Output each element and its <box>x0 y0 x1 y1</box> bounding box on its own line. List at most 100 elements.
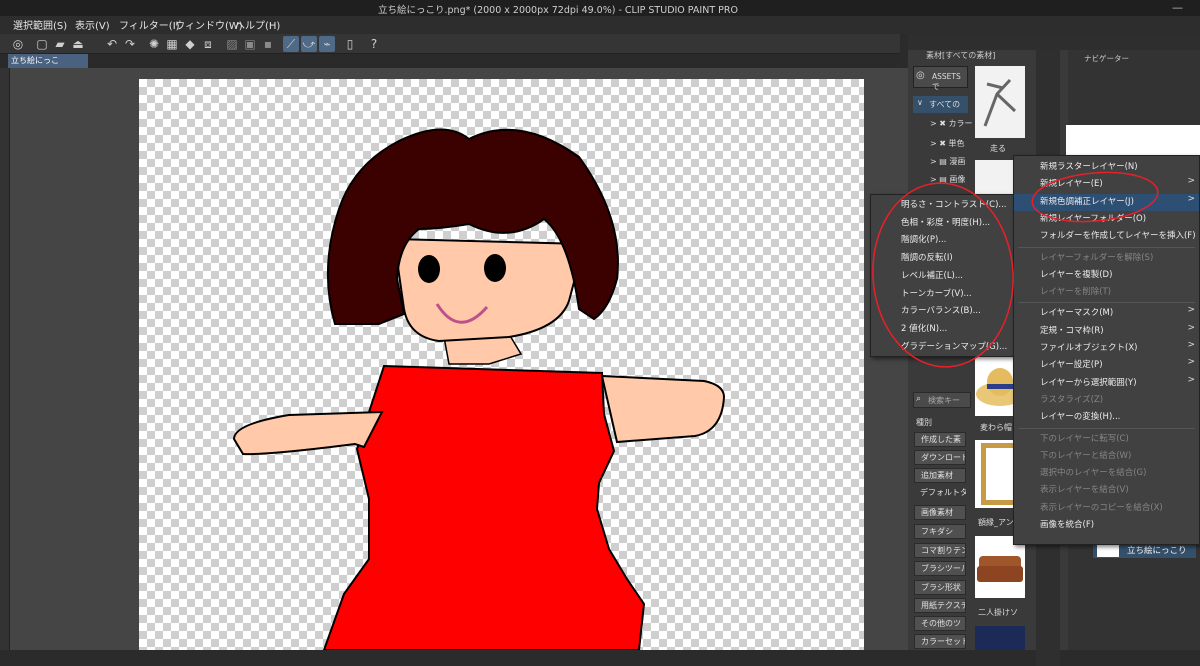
menu-help[interactable]: ヘルプ(H) <box>235 17 280 32</box>
new-file-icon[interactable]: ▢ <box>34 36 50 52</box>
help-icon[interactable]: ? <box>366 36 382 52</box>
type-button-colorset[interactable]: カラーセット <box>914 634 966 649</box>
tree-label: 画像 <box>949 175 966 184</box>
menu-separator <box>1018 246 1195 248</box>
chevron-right-icon: > <box>1187 340 1195 350</box>
app-icon[interactable]: ◎ <box>10 36 26 52</box>
menu-separator <box>1018 427 1195 429</box>
menu-view[interactable]: 表示(V) <box>75 17 110 32</box>
layer-menu-item: 表示レイヤーのコピーを結合(X) <box>1040 502 1163 513</box>
type-button-other[interactable]: その他のツ <box>914 616 966 631</box>
chevron-right-icon: > <box>1187 193 1195 204</box>
tree-item-all[interactable]: ∨ すべての <box>913 96 968 113</box>
type-button-frame[interactable]: コマ割りテン <box>914 543 966 558</box>
type-button-texture[interactable]: 用紙テクスチ <box>914 598 966 613</box>
tree-item-solid[interactable]: > ✖ 単色 <box>930 138 965 149</box>
transform-icon[interactable]: ⧈ <box>200 36 216 52</box>
layer-menu-item[interactable]: レイヤーマスク(M) <box>1014 305 1199 322</box>
tree-label: カラー <box>948 119 973 128</box>
right-arm <box>600 374 726 444</box>
type-button-created[interactable]: 作成した素 <box>914 432 966 447</box>
asset-name-run: 走る <box>990 144 1006 153</box>
layer-menu-item[interactable]: 新規レイヤー(E) <box>1014 176 1199 193</box>
invert-selection-icon[interactable]: ▣ <box>242 36 258 52</box>
menu-separator <box>1018 302 1195 304</box>
type-button-added[interactable]: 追加素材 <box>914 468 966 483</box>
type-button-image[interactable]: 画像素材 <box>914 505 966 520</box>
redo-icon[interactable]: ↷ <box>122 36 138 52</box>
adjustment-menu-item[interactable]: 階調の反転(I) <box>871 250 1014 267</box>
adjustment-menu-item[interactable]: 色相・彩度・明度(H)... <box>871 215 1014 232</box>
right-eye <box>484 254 506 282</box>
loading-icon[interactable]: ✺ <box>146 36 162 52</box>
menu-selection[interactable]: 選択範囲(S) <box>13 17 67 32</box>
selection-display-icon[interactable]: ▪ <box>260 36 276 52</box>
layer-menu-item[interactable]: フォルダーを作成してレイヤーを挿入(F) <box>1014 228 1199 245</box>
tree-item-color[interactable]: > ✖ カラー <box>930 118 973 129</box>
fill-icon[interactable]: ◆ <box>182 36 198 52</box>
type-label: 種別 <box>916 418 932 427</box>
minimize-button[interactable]: — <box>1172 1 1183 14</box>
layer-menu-item[interactable]: レイヤー設定(P) <box>1014 357 1199 374</box>
snap-special-ruler-icon[interactable]: ⤻ <box>301 36 317 52</box>
adjustment-menu-item[interactable]: レベル補正(L)... <box>871 268 1014 285</box>
save-icon[interactable]: ⏏ <box>70 36 86 52</box>
layer-menu-item[interactable]: 定規・コマ枠(R) <box>1014 323 1199 340</box>
adjustment-menu-item[interactable]: カラーバランス(B)... <box>871 303 1014 320</box>
layer-menu-item[interactable]: 新規レイヤーフォルダー(O) <box>1014 211 1199 228</box>
layer-menu-item: 下のレイヤーと結合(W) <box>1040 450 1132 461</box>
adjustment-menu-item[interactable]: 階調化(P)... <box>871 232 1014 249</box>
panel-header <box>908 34 1200 50</box>
folder-icon: ▤ <box>939 157 947 166</box>
navigator-tab[interactable]: ナビゲーター <box>1084 53 1129 64</box>
layer-menu-item: レイヤーを削除(T) <box>1040 287 1112 298</box>
layer-name: 立ち絵にっこり <box>1127 546 1187 556</box>
dress <box>322 364 646 650</box>
layer-menu-item[interactable]: 新規色調補正レイヤー(J) <box>1014 193 1199 211</box>
layer-menu-item[interactable]: レイヤーから選択範囲(Y) <box>1014 375 1199 392</box>
tree-item-image[interactable]: > ▤ 画像 <box>930 174 965 185</box>
adjustment-menu-item[interactable]: トーンカーブ(V)... <box>871 286 1014 303</box>
left-eye <box>418 255 440 283</box>
deselect-icon[interactable]: ▨ <box>224 36 240 52</box>
x-icon: ✖ <box>939 139 946 148</box>
clear-icon[interactable]: ▦ <box>164 36 180 52</box>
canvas[interactable] <box>139 79 864 650</box>
type-button-download[interactable]: ダウンロード <box>914 450 966 465</box>
snap-grid-icon[interactable]: ⌁ <box>319 36 335 52</box>
tree-label: 単色 <box>948 139 965 148</box>
menu-window[interactable]: ウィンドウ(W) <box>175 17 243 32</box>
type-button-default[interactable]: デフォルトタ <box>914 486 966 501</box>
layer-menu-item: 表示レイヤーを結合(V) <box>1040 485 1129 496</box>
left-tool-strip <box>0 68 10 650</box>
tree-item-manga[interactable]: > ▤ 漫画 <box>930 156 965 167</box>
assets-button[interactable]: ◎ ASSETSで <box>913 66 968 91</box>
menu-filter[interactable]: フィルター(I) <box>119 17 180 32</box>
adjustment-menu-item[interactable]: 2 値化(N)... <box>871 321 1014 338</box>
adjustment-menu-item[interactable]: 明るさ・コントラスト(C)... <box>871 197 1014 214</box>
assets-icon: ◎ <box>916 70 925 81</box>
layer-menu-item[interactable]: ファイルオブジェクト(X) <box>1014 340 1199 357</box>
type-button-balloon[interactable]: フキダシ <box>914 524 966 539</box>
asset-thumbnail-sofa[interactable] <box>975 536 1025 598</box>
layer-menu-item[interactable]: レイヤーを複製(D) <box>1014 267 1199 284</box>
layer-menu-item[interactable]: レイヤーの変換(H)... <box>1014 409 1199 426</box>
command-bar: ◎ ▢ ▰ ⏏ ↶ ↷ ✺ ▦ ◆ ⧈ ▨ ▣ ▪ ⟋ ⤻ ⌁ ▯ ? <box>0 34 900 54</box>
tab-bar <box>0 54 900 68</box>
search-input[interactable]: ⌕ 検索キー <box>913 392 971 408</box>
chevron-right-icon: > <box>1187 176 1195 187</box>
type-button-brush-tool[interactable]: ブラシツール <box>914 561 966 576</box>
sofa-icon <box>977 556 1023 582</box>
snap-ruler-icon[interactable]: ⟋ <box>283 36 299 52</box>
layer-menu-item[interactable]: 画像を統合(F) <box>1014 517 1199 534</box>
document-tab[interactable]: 立ち絵にっこり.png* × <box>8 54 88 79</box>
layer-context-menu: 新規ラスターレイヤー(N) 新規レイヤー(E) > 新規色調補正レイヤー(J) > 新規レ… <box>1013 155 1200 545</box>
open-folder-icon[interactable]: ▰ <box>52 36 68 52</box>
adjustment-menu-item[interactable]: グラデーションマップ(G)... <box>871 339 1014 356</box>
asset-thumbnail-pattern[interactable] <box>975 626 1025 650</box>
layer-menu-item[interactable]: 新規ラスターレイヤー(N) <box>1014 159 1199 176</box>
asset-thumbnail-run[interactable] <box>975 66 1025 138</box>
undo-icon[interactable]: ↶ <box>104 36 120 52</box>
type-button-brush-shape[interactable]: ブラシ形状 <box>914 580 966 595</box>
tablet-icon[interactable]: ▯ <box>342 36 358 52</box>
